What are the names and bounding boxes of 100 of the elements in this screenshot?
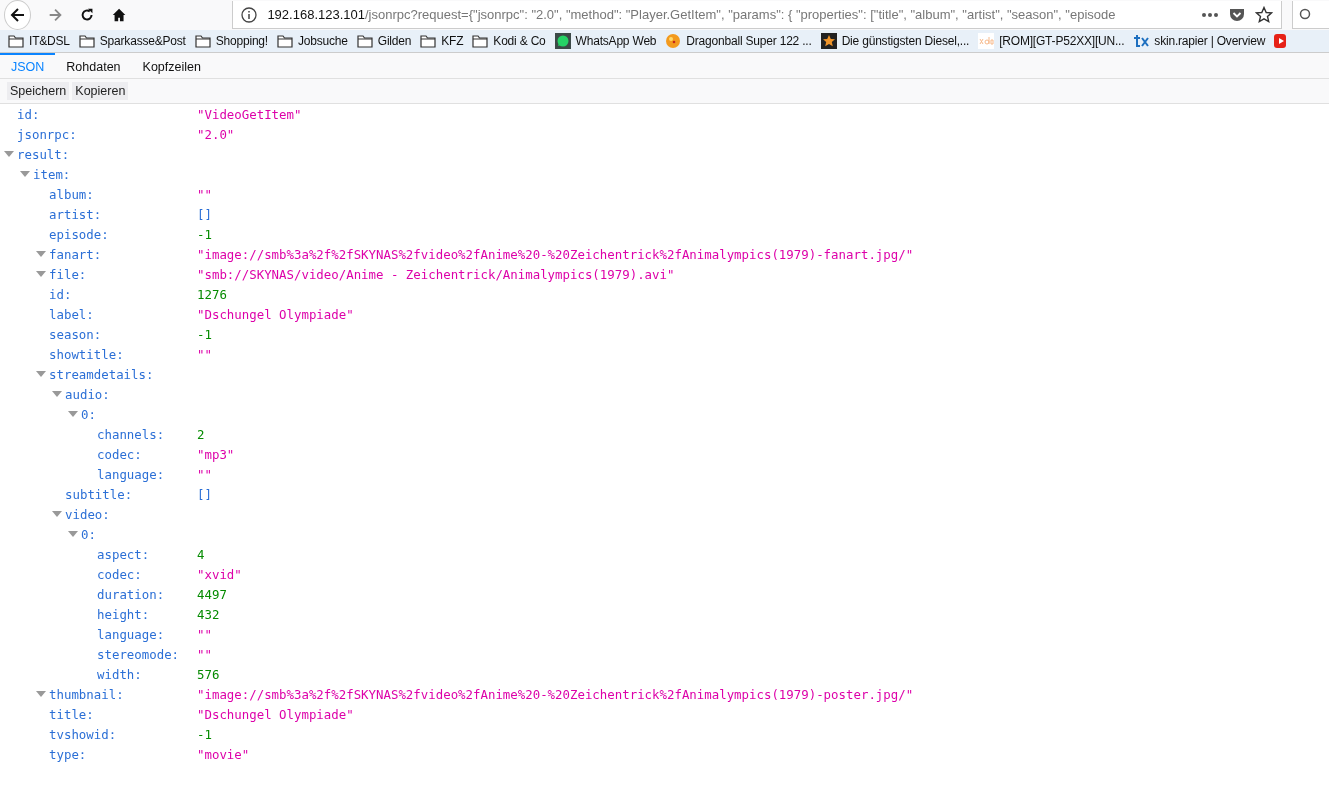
expanded-triangle-icon[interactable]: [68, 530, 78, 538]
json-key: thumbnail:: [49, 686, 124, 702]
json-key: video:: [65, 506, 110, 522]
expanded-triangle-icon[interactable]: [52, 390, 62, 398]
json-key: channels:: [97, 426, 165, 442]
home-icon[interactable]: [111, 6, 128, 24]
json-key: duration:: [97, 586, 165, 602]
json-key: result:: [17, 146, 70, 162]
json-value: "2.0": [197, 126, 235, 142]
folder-icon: [78, 34, 95, 48]
json-key: audio:: [65, 386, 110, 402]
json-value: 1276: [197, 286, 227, 302]
json-key: width:: [97, 666, 142, 682]
json-value: "smb://SKYNAS/video/Anime - Zeichentrick/Animalympics(1979).avi": [197, 266, 675, 282]
bookmark-item[interactable]: skin.rapier | Overview: [1133, 33, 1266, 49]
json-key: id:: [17, 106, 40, 122]
json-key: language:: [97, 466, 165, 482]
bookmark-item[interactable]: [ROM][GT-P52XX][UN...: [978, 33, 1125, 49]
bookmark-item[interactable]: Gilden: [356, 34, 412, 48]
more-dots-icon[interactable]: [1201, 11, 1220, 18]
json-value: "Dschungel Olympiade": [197, 706, 354, 722]
star-icon: [820, 33, 837, 49]
bookmark-item[interactable]: Jobsuche: [277, 34, 348, 48]
tab[interactable]: Kopfzeilen: [131, 53, 212, 78]
json-key: 0:: [81, 406, 96, 422]
json-value: "movie": [197, 746, 250, 762]
json-value: "": [197, 186, 212, 202]
json-key: item:: [33, 166, 71, 182]
bookmark-item[interactable]: Kodi & Co: [472, 34, 546, 48]
folder-icon: [472, 34, 489, 48]
json-key: tvshowid:: [49, 726, 117, 742]
folder-icon: [8, 34, 24, 48]
expanded-triangle-icon[interactable]: [4, 150, 14, 158]
json-value: "": [197, 646, 212, 662]
json-key: aspect:: [97, 546, 150, 562]
search-field[interactable]: [1292, 1, 1329, 29]
folder-icon: [194, 34, 211, 48]
folder-icon: [277, 34, 293, 48]
chat-bubble-icon: [554, 33, 571, 49]
json-value: []: [197, 486, 212, 502]
tx-letters-icon: [1133, 33, 1150, 49]
json-value: -1: [197, 326, 212, 342]
url-text: 192.168.123.101/jsonrpc?request={"jsonrpc": "2.0", "method": "Player.GetItem", "params": { "properties": ["title", "album", "artist", "season", "episode: [267, 7, 1116, 22]
ball-icon: [665, 33, 682, 49]
bookmark-item[interactable]: Sparkasse&Post: [78, 34, 186, 48]
back-arrow-icon: [8, 6, 27, 24]
json-key: label:: [49, 306, 94, 322]
bookmark-item[interactable]: KFZ: [420, 34, 464, 48]
json-key: album:: [49, 186, 94, 202]
json-value: "": [197, 626, 212, 642]
json-key: file:: [49, 266, 87, 282]
json-value: "xvid": [197, 566, 242, 582]
bookmark-item[interactable]: IT&DSL: [8, 34, 70, 48]
json-key: jsonrpc:: [17, 126, 77, 142]
xda-text-icon: [978, 33, 995, 49]
shield-icon[interactable]: [1229, 6, 1246, 23]
json-value: "Dschungel Olympiade": [197, 306, 354, 322]
json-value: "": [197, 466, 212, 482]
bookmark-item[interactable]: WhatsApp Web: [554, 33, 657, 49]
bookmark-item[interactable]: Shopping!: [194, 34, 268, 48]
back-button[interactable]: [4, 0, 32, 30]
json-key: codec:: [97, 566, 142, 582]
json-value: []: [197, 206, 212, 222]
bookmark-item[interactable]: Die günstigsten Diesel,...: [820, 33, 970, 49]
expanded-triangle-icon[interactable]: [36, 690, 46, 698]
json-key: season:: [49, 326, 102, 342]
json-key: artist:: [49, 206, 102, 222]
toolbar-button[interactable]: Speichern: [7, 82, 70, 100]
toolbar-button[interactable]: Kopieren: [72, 82, 129, 100]
json-value: 4: [197, 546, 205, 562]
address-field[interactable]: 192.168.123.101/jsonrpc?request={"jsonrpc": "2.0", "method": "Player.GetItem", "params": { "properties": ["title", "album", "artist", "season", "episode: [232, 1, 1283, 29]
json-key: language:: [97, 626, 165, 642]
json-key: title:: [49, 706, 94, 722]
expanded-triangle-icon[interactable]: [20, 170, 30, 178]
json-value: "": [197, 346, 212, 362]
json-value: "image://smb%3a%2f%2fSKYNAS%2fvideo%2fAnime%20-%20Zeichentrick%2fAnimalympics(1979)-fanart.jpg/": [197, 246, 914, 262]
json-key: fanart:: [49, 246, 102, 262]
folder-icon: [420, 34, 437, 48]
json-value: -1: [197, 726, 212, 742]
json-value: "image://smb%3a%2f%2fSKYNAS%2fvideo%2fAnime%20-%20Zeichentrick%2fAnimalympics(1979)-poster.jpg/": [197, 686, 914, 702]
expanded-triangle-icon[interactable]: [36, 250, 46, 258]
play-icon[interactable]: [1274, 34, 1287, 48]
folder-icon: [356, 34, 373, 48]
json-value: "mp3": [197, 446, 235, 462]
expanded-triangle-icon[interactable]: [68, 410, 78, 418]
json-key: showtitle:: [49, 346, 124, 362]
json-value: 2: [197, 426, 205, 442]
forward-arrow-icon[interactable]: [47, 6, 64, 24]
json-value: -1: [197, 226, 212, 242]
star-icon[interactable]: [1255, 5, 1274, 24]
json-key: episode:: [49, 226, 109, 242]
json-key: id:: [49, 286, 72, 302]
expanded-triangle-icon[interactable]: [36, 270, 46, 278]
tab[interactable]: Rohdaten: [55, 53, 132, 78]
expanded-triangle-icon[interactable]: [36, 370, 46, 378]
json-key: subtitle:: [65, 486, 133, 502]
expanded-triangle-icon[interactable]: [52, 510, 62, 518]
info-icon[interactable]: [241, 6, 258, 23]
json-key: streamdetails:: [49, 366, 154, 382]
bookmark-item[interactable]: Dragonball Super 122 ...: [665, 33, 812, 49]
